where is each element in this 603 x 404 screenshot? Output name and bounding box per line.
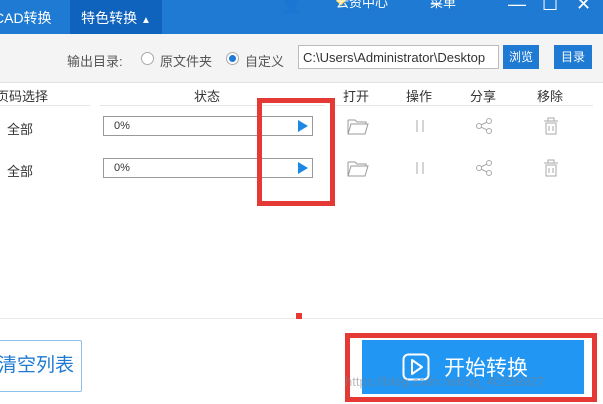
tab-special-convert[interactable]: 特色转换 ▲ bbox=[70, 0, 162, 34]
share-icon[interactable] bbox=[475, 159, 493, 177]
trash-icon[interactable] bbox=[543, 117, 559, 135]
folder-open-icon[interactable] bbox=[347, 118, 369, 135]
close-icon[interactable]: ✕ bbox=[576, 0, 591, 15]
clear-list-button[interactable]: 清空列表 bbox=[0, 340, 82, 392]
radio-original-folder[interactable] bbox=[141, 52, 154, 65]
share-icon[interactable] bbox=[475, 117, 493, 135]
trash-icon[interactable] bbox=[543, 159, 559, 177]
tab-cad-convert[interactable]: CAD转换 bbox=[0, 0, 52, 34]
header-divider bbox=[335, 105, 593, 106]
user-icon[interactable]: 👤 bbox=[280, 0, 302, 15]
page-select-value[interactable]: 全部 bbox=[7, 119, 33, 138]
radio-custom-folder-label[interactable]: 自定义 bbox=[245, 51, 284, 70]
pause-icon[interactable] bbox=[415, 119, 425, 133]
maximize-icon[interactable]: ☐ bbox=[542, 0, 558, 15]
header-share: 分享 bbox=[470, 89, 497, 104]
minimize-icon[interactable]: — bbox=[508, 0, 526, 15]
top-bar: CAD转换 特色转换 ▲ 👤 ◆ 云资中心 ☰ 菜单 — ☐ ✕ bbox=[0, 0, 603, 34]
folder-open-icon[interactable] bbox=[347, 160, 369, 177]
annotation-dot bbox=[296, 313, 302, 319]
page-select-value[interactable]: 全部 bbox=[7, 161, 33, 180]
highlight-box-play bbox=[257, 98, 335, 206]
menu-label: 菜单 bbox=[430, 0, 457, 10]
header-open: 打开 bbox=[343, 89, 370, 104]
header-page-select: 页码选择 bbox=[0, 89, 49, 104]
radio-original-folder-label[interactable]: 原文件夹 bbox=[160, 51, 212, 70]
header-remove: 移除 bbox=[537, 89, 564, 104]
resource-center-label: 云资中心 bbox=[336, 0, 389, 10]
progress-text: 0% bbox=[114, 162, 130, 174]
progress-text: 0% bbox=[114, 120, 130, 132]
header-operation: 操作 bbox=[406, 89, 433, 104]
tab-special-convert-label: 特色转换 bbox=[81, 10, 138, 26]
header-divider bbox=[0, 105, 90, 106]
watermark: https://blog.csdn.net/qq_40239927 bbox=[345, 374, 545, 389]
header-status: 状态 bbox=[194, 89, 221, 104]
browse-button[interactable]: 浏览 bbox=[503, 45, 539, 69]
caret-up-icon: ▲ bbox=[140, 15, 151, 26]
directory-button[interactable]: 目录 bbox=[554, 45, 592, 69]
output-directory-label: 输出目录: bbox=[67, 54, 123, 69]
pause-icon[interactable] bbox=[415, 161, 425, 175]
radio-custom-folder[interactable] bbox=[226, 52, 239, 65]
output-path-input[interactable] bbox=[298, 45, 499, 69]
output-directory-bar: 输出目录: 原文件夹 自定义 浏览 目录 bbox=[0, 34, 603, 83]
highlight-box-start bbox=[345, 333, 597, 402]
